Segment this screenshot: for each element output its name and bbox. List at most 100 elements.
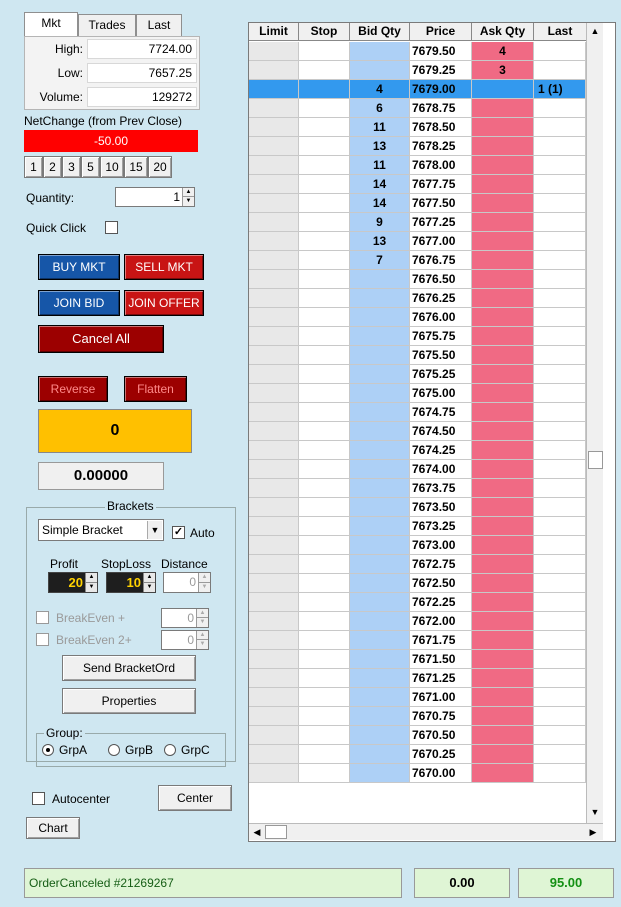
ask-qty-cell[interactable] bbox=[472, 536, 534, 555]
limit-cell[interactable] bbox=[249, 137, 299, 156]
ask-qty-cell[interactable] bbox=[472, 612, 534, 631]
ask-qty-cell[interactable] bbox=[472, 251, 534, 270]
ask-qty-cell[interactable] bbox=[472, 346, 534, 365]
ask-qty-cell[interactable] bbox=[472, 707, 534, 726]
ask-qty-cell[interactable] bbox=[472, 270, 534, 289]
limit-cell[interactable] bbox=[249, 498, 299, 517]
price-cell[interactable]: 7671.00 bbox=[410, 688, 472, 707]
stop-cell[interactable] bbox=[299, 118, 350, 137]
last-cell[interactable] bbox=[534, 764, 586, 783]
price-cell[interactable]: 7675.25 bbox=[410, 365, 472, 384]
properties-button[interactable]: Properties bbox=[62, 688, 196, 714]
limit-cell[interactable] bbox=[249, 118, 299, 137]
stop-cell[interactable] bbox=[299, 137, 350, 156]
stop-cell[interactable] bbox=[299, 213, 350, 232]
bid-qty-cell[interactable]: 11 bbox=[350, 118, 410, 137]
last-cell[interactable] bbox=[534, 460, 586, 479]
price-cell[interactable]: 7676.25 bbox=[410, 289, 472, 308]
price-cell[interactable]: 7672.25 bbox=[410, 593, 472, 612]
last-cell[interactable] bbox=[534, 270, 586, 289]
price-cell[interactable]: 7671.75 bbox=[410, 631, 472, 650]
qty-preset-20[interactable]: 20 bbox=[148, 156, 172, 178]
ladder-row[interactable]: 7670.00 bbox=[249, 764, 586, 783]
stop-cell[interactable] bbox=[299, 745, 350, 764]
ladder-row[interactable]: 7673.75 bbox=[249, 479, 586, 498]
price-cell[interactable]: 7670.75 bbox=[410, 707, 472, 726]
ask-qty-cell[interactable] bbox=[472, 289, 534, 308]
price-cell[interactable]: 7672.00 bbox=[410, 612, 472, 631]
ladder-row[interactable]: 7675.50 bbox=[249, 346, 586, 365]
limit-cell[interactable] bbox=[249, 479, 299, 498]
bid-qty-cell[interactable] bbox=[350, 327, 410, 346]
qty-preset-5[interactable]: 5 bbox=[81, 156, 100, 178]
limit-cell[interactable] bbox=[249, 232, 299, 251]
last-cell[interactable] bbox=[534, 422, 586, 441]
ladder-row[interactable]: 7673.25 bbox=[249, 517, 586, 536]
limit-cell[interactable] bbox=[249, 650, 299, 669]
last-cell[interactable] bbox=[534, 650, 586, 669]
ask-qty-cell[interactable]: 4 bbox=[472, 42, 534, 61]
ladder-row[interactable]: 7670.75 bbox=[249, 707, 586, 726]
price-cell[interactable]: 7670.25 bbox=[410, 745, 472, 764]
last-cell[interactable] bbox=[534, 175, 586, 194]
ladder-row[interactable]: 4 7679.00 1 (1) bbox=[249, 80, 586, 99]
spinner-down-icon[interactable]: ▼ bbox=[196, 618, 208, 627]
last-cell[interactable] bbox=[534, 707, 586, 726]
stop-cell[interactable] bbox=[299, 441, 350, 460]
spinner-up-icon[interactable]: ▲ bbox=[85, 573, 97, 583]
stop-cell[interactable] bbox=[299, 403, 350, 422]
scroll-thumb[interactable] bbox=[588, 451, 603, 469]
breakeven1-checkbox[interactable] bbox=[36, 611, 49, 624]
ladder-row[interactable]: 7670.50 bbox=[249, 726, 586, 745]
stoploss-spinner[interactable]: 10 ▲ ▼ bbox=[106, 572, 156, 593]
stop-cell[interactable] bbox=[299, 555, 350, 574]
bid-qty-cell[interactable] bbox=[350, 517, 410, 536]
stop-cell[interactable] bbox=[299, 688, 350, 707]
bid-qty-cell[interactable] bbox=[350, 289, 410, 308]
spinner-up-icon[interactable]: ▲ bbox=[198, 573, 210, 583]
bid-qty-cell[interactable] bbox=[350, 536, 410, 555]
limit-cell[interactable] bbox=[249, 612, 299, 631]
bid-qty-cell[interactable] bbox=[350, 631, 410, 650]
limit-cell[interactable] bbox=[249, 156, 299, 175]
ask-qty-cell[interactable] bbox=[472, 631, 534, 650]
price-cell[interactable]: 7677.50 bbox=[410, 194, 472, 213]
stop-cell[interactable] bbox=[299, 251, 350, 270]
ladder-row[interactable]: 7674.50 bbox=[249, 422, 586, 441]
price-cell[interactable]: 7676.50 bbox=[410, 270, 472, 289]
bid-qty-cell[interactable] bbox=[350, 441, 410, 460]
ladder-row[interactable]: 7674.75 bbox=[249, 403, 586, 422]
ask-qty-cell[interactable] bbox=[472, 80, 534, 99]
stop-cell[interactable] bbox=[299, 270, 350, 289]
price-cell[interactable]: 7676.75 bbox=[410, 251, 472, 270]
bid-qty-cell[interactable]: 4 bbox=[350, 80, 410, 99]
limit-cell[interactable] bbox=[249, 194, 299, 213]
price-cell[interactable]: 7677.75 bbox=[410, 175, 472, 194]
spinner-up-icon[interactable]: ▲ bbox=[182, 188, 194, 197]
price-cell[interactable]: 7676.00 bbox=[410, 308, 472, 327]
ladder-row[interactable]: 7679.25 3 bbox=[249, 61, 586, 80]
stop-cell[interactable] bbox=[299, 327, 350, 346]
ladder-row[interactable]: 7674.00 bbox=[249, 460, 586, 479]
limit-cell[interactable] bbox=[249, 726, 299, 745]
ask-qty-cell[interactable] bbox=[472, 99, 534, 118]
last-cell[interactable] bbox=[534, 61, 586, 80]
last-cell[interactable] bbox=[534, 327, 586, 346]
radio-grpa[interactable] bbox=[42, 744, 54, 756]
reverse-button[interactable]: Reverse bbox=[38, 376, 108, 402]
ladder-row[interactable]: 7672.50 bbox=[249, 574, 586, 593]
price-cell[interactable]: 7671.50 bbox=[410, 650, 472, 669]
stop-cell[interactable] bbox=[299, 764, 350, 783]
breakeven2-checkbox[interactable] bbox=[36, 633, 49, 646]
price-cell[interactable]: 7677.25 bbox=[410, 213, 472, 232]
limit-cell[interactable] bbox=[249, 441, 299, 460]
limit-cell[interactable] bbox=[249, 574, 299, 593]
price-cell[interactable]: 7678.75 bbox=[410, 99, 472, 118]
bid-qty-cell[interactable]: 11 bbox=[350, 156, 410, 175]
left-arrow-icon[interactable]: ◀ bbox=[249, 824, 265, 840]
ask-qty-cell[interactable] bbox=[472, 460, 534, 479]
spinner-down-icon[interactable]: ▼ bbox=[196, 640, 208, 649]
breakeven1-spinner[interactable]: 0 ▲ ▼ bbox=[161, 608, 209, 628]
header-stop[interactable]: Stop bbox=[299, 23, 350, 41]
bid-qty-cell[interactable] bbox=[350, 308, 410, 327]
